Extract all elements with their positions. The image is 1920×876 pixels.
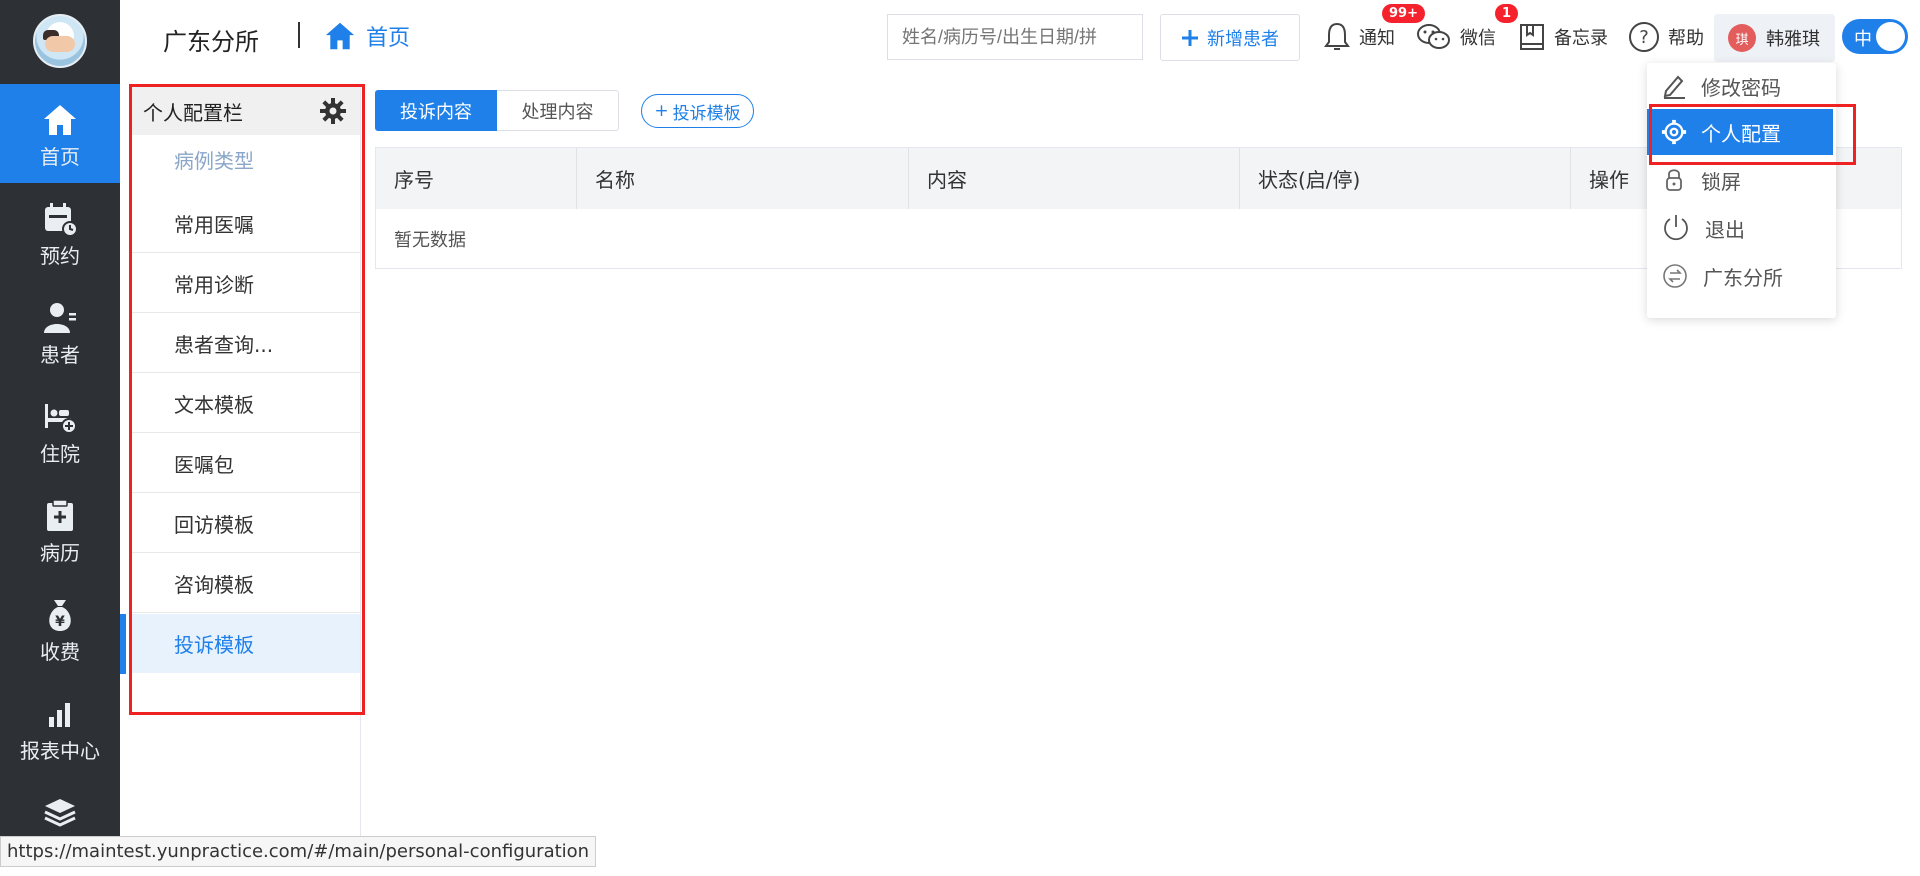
record-icon — [0, 496, 120, 536]
notify-button[interactable]: 通知 — [1323, 20, 1395, 54]
user-name: 韩雅琪 — [1766, 29, 1820, 50]
patient-icon — [0, 298, 120, 338]
money-bag-icon: ¥ — [0, 595, 120, 635]
svg-text:?: ? — [1639, 27, 1649, 48]
nav-label: 收费 — [40, 640, 80, 664]
toggle-knob — [1876, 22, 1905, 51]
switch-icon — [1663, 264, 1687, 288]
org-name: 广东分所 — [163, 28, 259, 56]
help-label: 帮助 — [1668, 28, 1704, 49]
highlight-box-personal-config — [1649, 104, 1856, 165]
empty-text: 暂无数据 — [394, 230, 466, 251]
menu-item-logout[interactable]: 退出 — [1647, 205, 1836, 251]
nav-item-reports[interactable]: 报表中心 — [0, 678, 120, 777]
active-indicator — [120, 614, 126, 674]
power-icon — [1664, 215, 1688, 241]
lock-icon — [1666, 169, 1682, 191]
nav-item-appointment[interactable]: 预约 — [0, 183, 120, 282]
bell-icon — [1324, 22, 1350, 50]
menu-item-label: 修改密码 — [1701, 75, 1781, 100]
help-icon: ? — [1629, 22, 1659, 52]
menu-item-label: 锁屏 — [1701, 169, 1741, 194]
menu-item-switch-branch[interactable]: 广东分所 — [1647, 253, 1836, 299]
header-divider — [298, 22, 300, 48]
help-button[interactable]: ? 帮助 — [1628, 20, 1704, 54]
wechat-icon — [1417, 24, 1450, 49]
column-status: 状态(启/停) — [1240, 148, 1571, 209]
column-content: 内容 — [909, 148, 1240, 209]
highlight-box-config-panel — [129, 84, 365, 715]
memo-button[interactable]: 备忘录 — [1518, 20, 1608, 54]
user-dropdown-menu: 修改密码 个人配置 锁屏 退出 广东分所 — [1647, 63, 1836, 318]
plus-icon — [1182, 29, 1198, 46]
memo-icon — [1520, 24, 1544, 50]
wechat-button[interactable]: 微信 — [1416, 20, 1496, 54]
language-toggle[interactable]: 中 — [1842, 19, 1908, 54]
notify-label: 通知 — [1359, 28, 1395, 49]
plus-icon: + — [654, 101, 669, 121]
home-icon — [0, 100, 120, 140]
bar-chart-icon — [0, 694, 120, 734]
layers-icon — [0, 793, 120, 833]
home-icon — [325, 22, 355, 50]
bed-icon — [0, 397, 120, 437]
left-nav: 首页 预约 患者 住院 病历 ¥ 收费 报表中心 — [0, 0, 120, 867]
user-avatar[interactable] — [33, 14, 87, 68]
user-menu-button[interactable]: 琪 韩雅琪 — [1714, 14, 1835, 62]
menu-item-change-password[interactable]: 修改密码 — [1647, 63, 1836, 109]
nav-item-patient[interactable]: 患者 — [0, 282, 120, 381]
nav-label: 首页 — [40, 145, 80, 169]
nav-item-inpatient[interactable]: 住院 — [0, 381, 120, 480]
wechat-label: 微信 — [1460, 28, 1496, 49]
nav-label: 患者 — [40, 343, 80, 367]
memo-label: 备忘录 — [1554, 28, 1608, 49]
breadcrumb-label: 首页 — [366, 26, 411, 51]
language-label: 中 — [1854, 29, 1872, 50]
menu-item-label: 退出 — [1705, 217, 1745, 242]
add-patient-button[interactable]: 新增患者 — [1160, 14, 1300, 61]
edit-icon — [1663, 75, 1685, 99]
nav-label: 住院 — [40, 442, 80, 466]
nav-item-billing[interactable]: ¥ 收费 — [0, 579, 120, 678]
user-avatar-badge: 琪 — [1728, 24, 1756, 52]
browser-status-url: https://maintest.yunpractice.com/#/main/… — [0, 836, 597, 867]
content-tabs: 投诉内容 处理内容 — [375, 90, 619, 131]
search-input[interactable] — [887, 14, 1143, 60]
column-index: 序号 — [376, 148, 577, 209]
nav-item-home[interactable]: 首页 — [0, 84, 120, 183]
nav-item-medical-record[interactable]: 病历 — [0, 480, 120, 579]
breadcrumb-home[interactable]: 首页 — [324, 20, 410, 52]
add-patient-label: 新增患者 — [1207, 28, 1279, 50]
tab-complaint-content[interactable]: 投诉内容 — [375, 90, 497, 131]
nav-label: 病历 — [40, 541, 80, 565]
column-name: 名称 — [577, 148, 909, 209]
svg-text:¥: ¥ — [55, 614, 65, 630]
nav-label: 报表中心 — [20, 739, 100, 763]
tab-handling-content[interactable]: 处理内容 — [497, 90, 619, 131]
add-complaint-template-button[interactable]: + 投诉模板 — [641, 94, 754, 128]
wechat-badge: 1 — [1495, 4, 1519, 23]
nav-label: 预约 — [40, 244, 80, 268]
calendar-icon — [0, 199, 120, 239]
add-template-label: 投诉模板 — [672, 103, 741, 124]
menu-item-label: 广东分所 — [1703, 265, 1783, 290]
